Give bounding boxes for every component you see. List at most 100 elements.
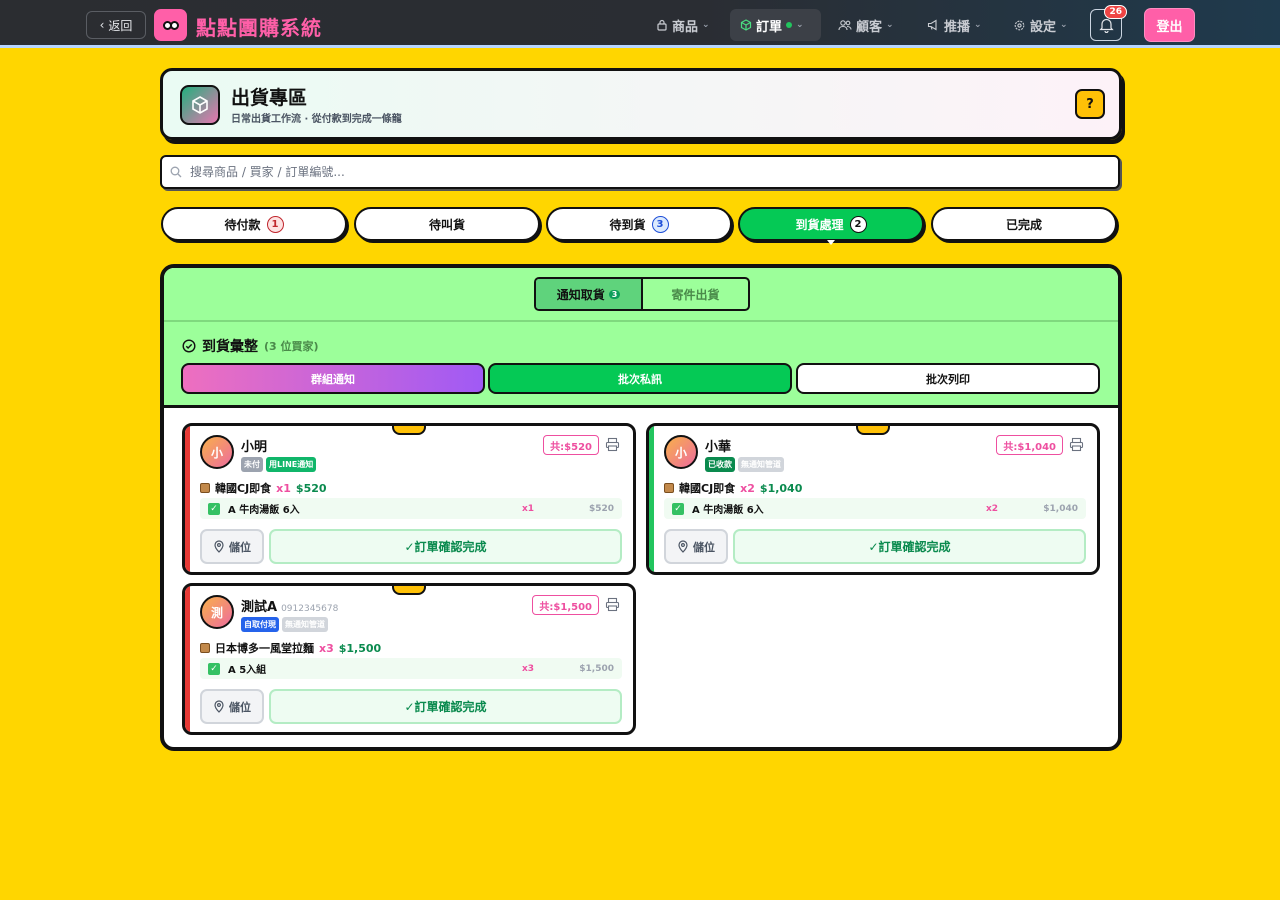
- checkbox-checked-icon[interactable]: ✓: [208, 502, 220, 515]
- buyer-name: 小明: [241, 440, 268, 455]
- batch-message-button[interactable]: 批次私訊: [488, 363, 792, 394]
- status-stripe: [185, 426, 190, 572]
- storage-button[interactable]: 儲位: [200, 689, 264, 724]
- checkbox-checked-icon[interactable]: ✓: [208, 662, 220, 675]
- subtab-label: 寄件出貨: [671, 287, 720, 302]
- users-icon: [838, 20, 852, 31]
- item-row: ✓ A 牛肉湯飯 6入 x1 $520: [200, 498, 622, 519]
- buyer-badges: 已收款 無通知管道: [705, 457, 784, 472]
- chevron-down-icon: ⌄: [702, 20, 710, 30]
- product-quantity: x1: [276, 481, 291, 495]
- item-row: ✓ A 牛肉湯飯 6入 x2 $1,040: [664, 498, 1086, 519]
- buyer-name: 測試A 0912345678: [241, 600, 339, 615]
- page-title: 出貨專區: [231, 87, 308, 109]
- package-icon: [664, 483, 674, 493]
- nav-label: 商品: [672, 19, 699, 35]
- product-price: $520: [295, 481, 327, 495]
- panel-header: 通知取貨 3 寄件出貨 到貨彙整 (3 位買家) 群組通知 批次私訊 批次列印: [164, 268, 1118, 408]
- megaphone-icon: [927, 19, 937, 31]
- status-stripe: [649, 426, 654, 572]
- checkbox-checked-icon[interactable]: ✓: [672, 502, 684, 515]
- buyer-card: 測 測試A 0912345678 自取付現 無通知管道 共:$1,500 日本博多…: [182, 583, 636, 735]
- storage-button[interactable]: 儲位: [200, 529, 264, 564]
- subtab-pickup-notify[interactable]: 通知取貨 3: [536, 279, 643, 309]
- product-line: 日本博多一風堂拉麵 x3 $1,500: [200, 640, 381, 656]
- package-icon: [200, 643, 210, 653]
- tab-label: 已完成: [1005, 217, 1042, 232]
- item-row: ✓ A 5入組 x3 $1,500: [200, 658, 622, 679]
- item-name: A 5入組: [228, 665, 267, 676]
- card-top-tab: [392, 586, 426, 595]
- buyer-phone: 0912345678: [281, 604, 339, 614]
- confirm-order-button[interactable]: ✓訂單確認完成: [269, 689, 622, 724]
- help-button[interactable]: ?: [1075, 89, 1105, 119]
- item-price: $1,040: [1043, 503, 1078, 514]
- status-badge: 未付: [241, 457, 263, 472]
- logout-button[interactable]: 登出: [1145, 9, 1194, 41]
- search-input[interactable]: [190, 165, 1090, 179]
- tab-pending-payment[interactable]: 待付款 1: [161, 207, 347, 241]
- box-icon: [740, 19, 752, 31]
- product-quantity: x2: [740, 481, 755, 495]
- check-circle-icon: [182, 339, 196, 353]
- nav-item-orders[interactable]: 訂單 ⌄: [730, 9, 821, 41]
- buyer-name: 小華: [705, 440, 732, 455]
- tab-arrival-processing[interactable]: 到貨處理 2: [738, 207, 924, 245]
- batch-print-button[interactable]: 批次列印: [796, 363, 1100, 394]
- chevron-down-icon: ⌄: [796, 20, 804, 30]
- card-top-tab: [392, 426, 426, 435]
- package-icon: [200, 483, 210, 493]
- item-name: A 牛肉湯飯 6入: [228, 505, 300, 516]
- buyer-badges: 未付 用LINE通知: [241, 457, 317, 472]
- package-icon: [180, 85, 220, 125]
- confirm-order-button[interactable]: ✓訂單確認完成: [269, 529, 622, 564]
- tab-label: 到貨處理: [795, 217, 844, 232]
- product-name: 韓國CJ即食: [215, 482, 272, 495]
- item-quantity: x1: [522, 503, 535, 514]
- search-icon: [170, 166, 182, 178]
- printer-icon[interactable]: [1069, 437, 1084, 452]
- buyer-card: 小 小明 未付 用LINE通知 共:$520 韓國CJ即食 x1 $520 ✓ …: [182, 423, 636, 575]
- item-price: $1,500: [579, 663, 614, 674]
- confirm-order-button[interactable]: ✓訂單確認完成: [733, 529, 1086, 564]
- printer-icon[interactable]: [605, 437, 620, 452]
- product-quantity: x3: [319, 641, 334, 655]
- tab-label: 待到貨: [609, 217, 646, 232]
- nav-item-customers[interactable]: 顧客 ⌄: [828, 9, 904, 41]
- nav-item-products[interactable]: 商品 ⌄: [646, 9, 720, 41]
- storage-label: 儲位: [693, 540, 715, 554]
- app-title: 點點團購系統: [196, 16, 322, 40]
- tab-completed[interactable]: 已完成: [931, 207, 1117, 241]
- status-badge: 已收款: [705, 457, 735, 472]
- subtab-count-badge: 3: [608, 289, 621, 299]
- chevron-left-icon: ‹: [99, 18, 105, 32]
- item-quantity: x3: [522, 663, 535, 674]
- arrival-panel: 通知取貨 3 寄件出貨 到貨彙整 (3 位買家) 群組通知 批次私訊 批次列印 …: [160, 264, 1122, 751]
- total-amount-badge: 共:$1,500: [532, 595, 599, 615]
- product-line: 韓國CJ即食 x1 $520: [200, 480, 327, 496]
- location-pin-icon: [678, 540, 688, 553]
- tab-pending-order[interactable]: 待叫貨: [354, 207, 540, 241]
- group-notify-button[interactable]: 群組通知: [181, 363, 485, 394]
- tab-pending-arrival[interactable]: 待到貨 3: [546, 207, 732, 241]
- printer-icon[interactable]: [605, 597, 620, 612]
- storage-button[interactable]: 儲位: [664, 529, 728, 564]
- storage-label: 儲位: [229, 700, 251, 714]
- page-subtitle: 日常出貨工作流 · 從付款到完成一條龍: [231, 114, 402, 125]
- status-stripe: [185, 586, 190, 732]
- top-navigation-bar: ‹ 返回 點點團購系統 商品 ⌄ 訂單 ⌄ 顧客 ⌄ 推播 ⌄ 設定 ⌄ 26 …: [0, 0, 1280, 48]
- product-name: 日本博多一風堂拉麵: [215, 642, 314, 655]
- notifications-button[interactable]: 26: [1090, 5, 1127, 41]
- buyer-badges: 自取付現 無通知管道: [241, 617, 328, 632]
- back-button[interactable]: ‹ 返回: [86, 11, 146, 39]
- subtab-shipping[interactable]: 寄件出貨: [643, 279, 748, 309]
- product-name: 韓國CJ即食: [679, 482, 736, 495]
- nav-item-settings[interactable]: 設定 ⌄: [1003, 9, 1078, 41]
- app-logo: [154, 9, 187, 41]
- item-name: A 牛肉湯飯 6入: [692, 505, 764, 516]
- item-price: $520: [588, 503, 614, 514]
- nav-item-broadcast[interactable]: 推播 ⌄: [917, 9, 992, 41]
- lock-icon: [657, 19, 667, 31]
- location-pin-icon: [214, 540, 224, 553]
- status-badge: 無通知管道: [738, 457, 784, 472]
